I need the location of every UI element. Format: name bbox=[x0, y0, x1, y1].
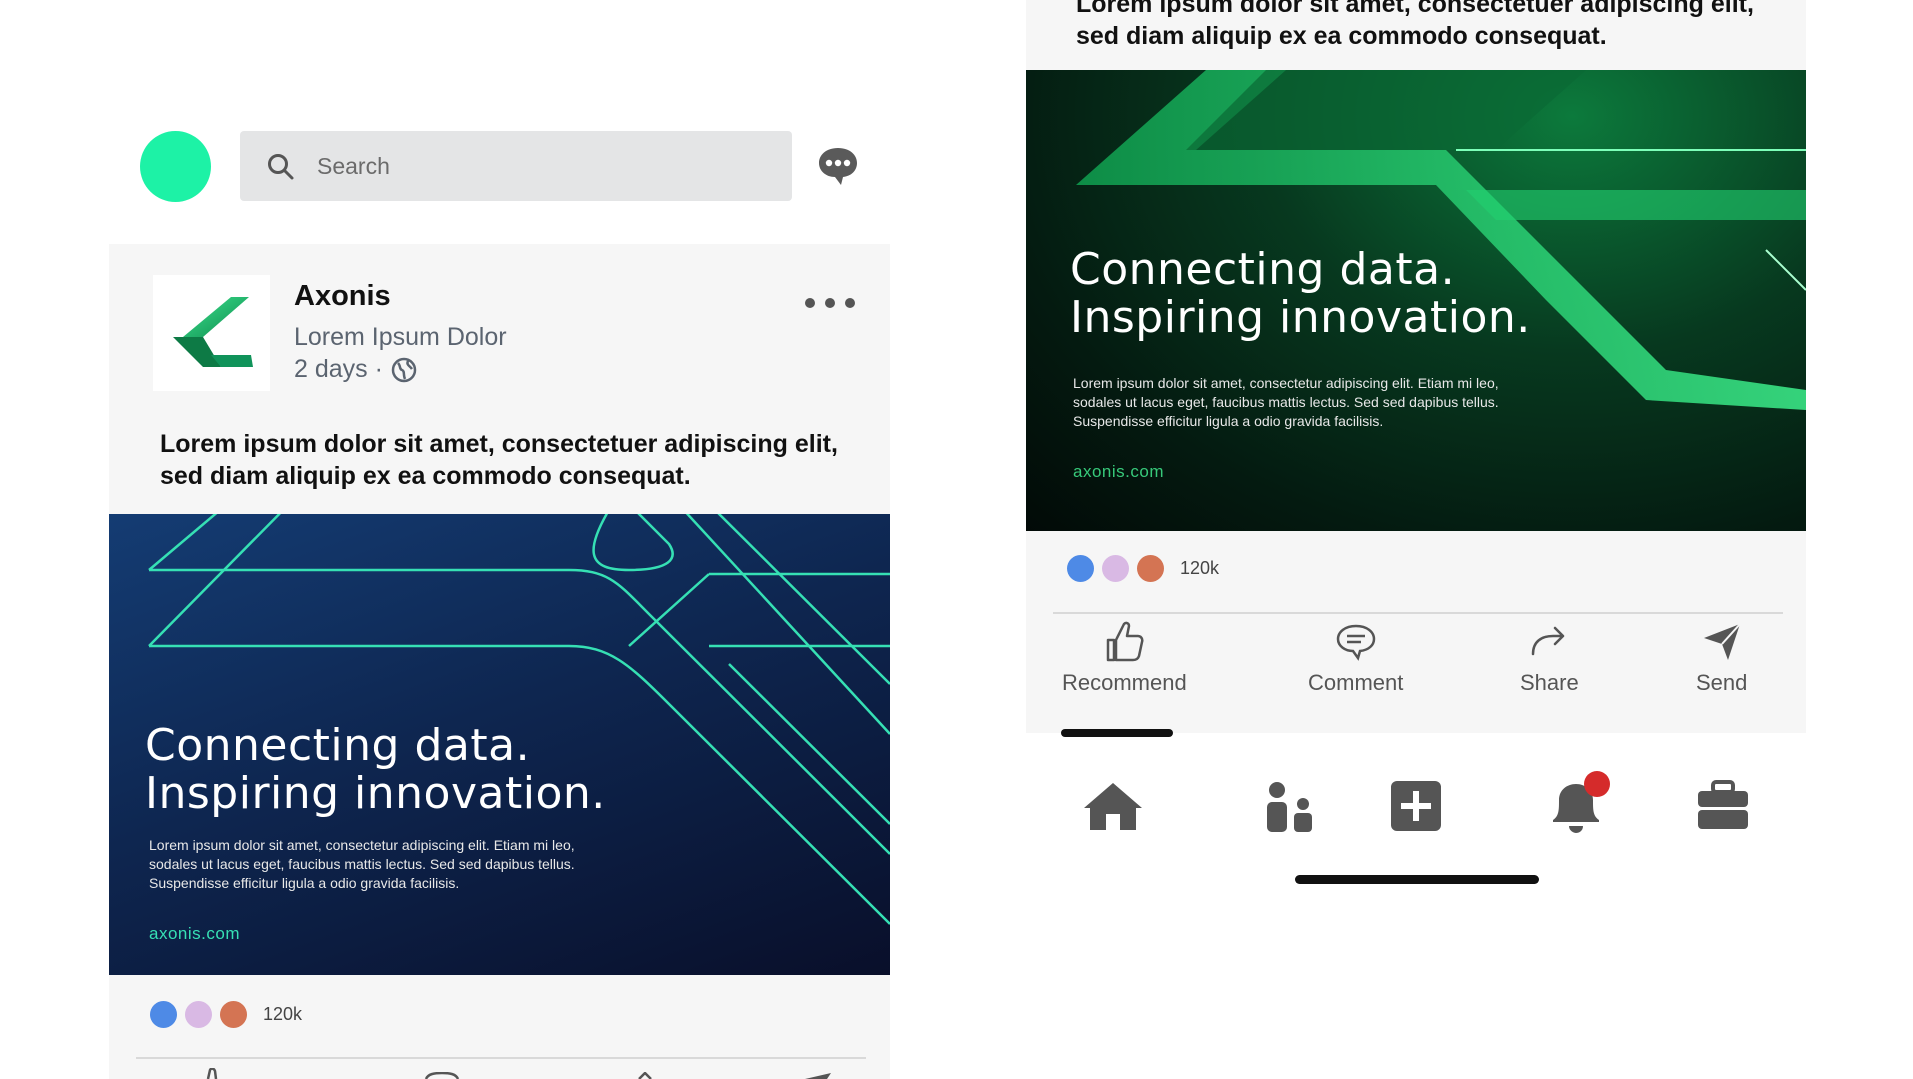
comment-label: Comment bbox=[1308, 670, 1404, 695]
reactions-summary[interactable]: 120k bbox=[150, 1001, 302, 1028]
post-time-text: 2 days · bbox=[294, 355, 383, 383]
card-divider-right bbox=[1053, 612, 1783, 614]
scroll-indicator bbox=[1061, 729, 1173, 737]
banner-url-right[interactable]: axonis.com bbox=[1073, 462, 1164, 482]
reaction-insight-icon bbox=[220, 1001, 247, 1028]
post-image-banner-green[interactable]: Connecting data. Inspiring innovation. L… bbox=[1026, 70, 1806, 531]
comment-icon bbox=[1336, 624, 1375, 661]
post-text-line-1: Lorem ipsum dolor sit amet, consectetuer… bbox=[160, 430, 838, 458]
home-indicator bbox=[1295, 875, 1539, 884]
banner-body-right: Lorem ipsum dolor sit amet, consectetur … bbox=[1073, 374, 1593, 431]
post-actions-bar: Recommend Comment Share Send bbox=[1052, 620, 1782, 700]
search-placeholder: Search bbox=[317, 153, 390, 179]
recommend-button[interactable]: Recommend bbox=[1062, 620, 1187, 696]
banner-body-right-1: Lorem ipsum dolor sit amet, consectetur … bbox=[1073, 375, 1499, 391]
company-logo[interactable] bbox=[153, 275, 270, 391]
thumbs-up-icon bbox=[1107, 621, 1144, 662]
post-image-banner[interactable]: Connecting data. Inspiring innovation. L… bbox=[109, 514, 890, 975]
post-timestamp: 2 days · bbox=[294, 355, 417, 384]
bottom-nav bbox=[1080, 771, 1750, 840]
search-bar[interactable]: Search bbox=[240, 131, 792, 201]
card-divider bbox=[136, 1057, 866, 1059]
banner-headline-right-1: Connecting data. bbox=[1070, 244, 1456, 295]
post-text-line-2: sed diam aliquip ex ea commodo consequat… bbox=[160, 462, 691, 490]
reactions-count-right: 120k bbox=[1180, 558, 1220, 578]
banner-headline-right-2: Inspiring innovation. bbox=[1070, 292, 1531, 343]
reaction-love-icon bbox=[185, 1001, 212, 1028]
banner-body-3: Suspendisse efficitur ligula a odio grav… bbox=[149, 875, 460, 891]
post-text-right-line-2: sed diam aliquip ex ea commodo consequat… bbox=[1076, 22, 1607, 50]
reaction-insight-icon bbox=[1137, 555, 1164, 582]
paper-plane-icon[interactable] bbox=[795, 1072, 839, 1079]
share-arrow-icon[interactable] bbox=[623, 1072, 667, 1079]
comment-button[interactable]: Comment bbox=[1308, 620, 1403, 696]
post-text: Lorem ipsum dolor sit amet, consectetuer… bbox=[160, 428, 880, 492]
banner-body: Lorem ipsum dolor sit amet, consectetur … bbox=[149, 836, 669, 893]
chat-bubble-icon[interactable] bbox=[817, 146, 859, 186]
send-button[interactable]: Send bbox=[1696, 620, 1747, 696]
company-name[interactable]: Axonis bbox=[294, 280, 391, 313]
reactions-count: 120k bbox=[263, 1004, 303, 1024]
banner-headline-right: Connecting data. Inspiring innovation. bbox=[1070, 246, 1531, 342]
globe-icon bbox=[391, 357, 417, 382]
banner-body-right-2: sodales ut lacus eget, faucibus mattis l… bbox=[1073, 394, 1499, 410]
recommend-label: Recommend bbox=[1062, 670, 1187, 695]
send-label: Send bbox=[1696, 670, 1748, 695]
reactions-summary-right[interactable]: 120k bbox=[1067, 555, 1219, 582]
home-icon[interactable] bbox=[1082, 780, 1144, 832]
post-text-right: Lorem ipsum dolor sit amet, consectetuer… bbox=[1076, 0, 1796, 52]
reaction-like-icon bbox=[1067, 555, 1094, 582]
bell-icon[interactable] bbox=[1545, 770, 1611, 836]
banner-body-1: Lorem ipsum dolor sit amet, consectetur … bbox=[149, 837, 575, 853]
share-label: Share bbox=[1520, 670, 1579, 695]
banner-body-right-3: Suspendisse efficitur ligula a odio grav… bbox=[1073, 413, 1384, 429]
people-icon[interactable] bbox=[1263, 780, 1315, 832]
share-arrow-icon bbox=[1532, 626, 1565, 656]
reaction-love-icon bbox=[1102, 555, 1129, 582]
comment-icon[interactable] bbox=[420, 1072, 464, 1079]
thumbs-up-icon[interactable] bbox=[190, 1068, 234, 1079]
notification-badge bbox=[1584, 771, 1610, 797]
banner-headline-2: Inspiring innovation. bbox=[145, 768, 606, 819]
axonis-logo-icon bbox=[173, 297, 253, 367]
profile-avatar[interactable] bbox=[140, 131, 211, 202]
briefcase-icon[interactable] bbox=[1697, 780, 1749, 830]
reaction-like-icon bbox=[150, 1001, 177, 1028]
search-icon bbox=[268, 154, 294, 180]
banner-headline: Connecting data. Inspiring innovation. bbox=[145, 722, 606, 818]
more-dots-icon[interactable] bbox=[804, 297, 856, 309]
post-text-right-line-1: Lorem ipsum dolor sit amet, consectetuer… bbox=[1076, 0, 1754, 18]
paper-plane-icon bbox=[1703, 623, 1741, 660]
banner-url[interactable]: axonis.com bbox=[149, 924, 240, 944]
banner-body-2: sodales ut lacus eget, faucibus mattis l… bbox=[149, 856, 575, 872]
banner-headline-1: Connecting data. bbox=[145, 720, 531, 771]
company-subtitle: Lorem Ipsum Dolor bbox=[294, 323, 507, 351]
add-post-icon[interactable] bbox=[1390, 780, 1442, 832]
share-button[interactable]: Share bbox=[1520, 620, 1579, 696]
